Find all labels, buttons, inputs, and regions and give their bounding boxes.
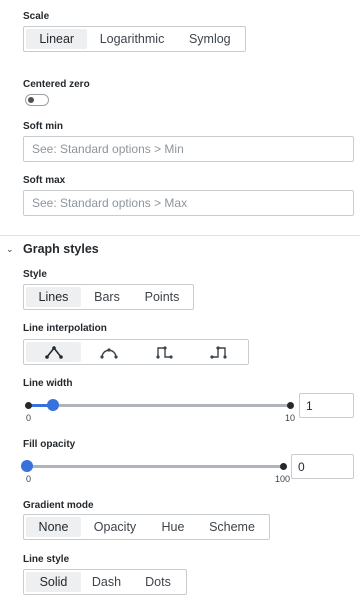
scale-option-symlog[interactable]: Symlog xyxy=(177,29,243,49)
scale-option-linear[interactable]: Linear xyxy=(26,29,88,49)
gradient-mode-label: Gradient mode xyxy=(23,500,94,511)
line-width-label: Line width xyxy=(23,378,73,389)
gradient-option-opacity[interactable]: Opacity xyxy=(81,517,149,537)
scale-label: Scale xyxy=(23,11,50,22)
soft-min-label: Soft min xyxy=(23,121,63,132)
line-style-option-solid[interactable]: Solid xyxy=(26,572,81,592)
fill-opacity-max-tick: 100 xyxy=(275,474,291,484)
panel-options: Scale Linear Logarithmic Symlog Centered… xyxy=(0,0,360,600)
soft-min-input[interactable] xyxy=(23,136,354,162)
step-after-icon[interactable] xyxy=(191,342,246,362)
slider-track xyxy=(27,404,291,407)
graph-styles-title: Graph styles xyxy=(23,242,99,256)
graph-styles-header[interactable]: ⌄ Graph styles xyxy=(6,242,99,256)
style-option-bars[interactable]: Bars xyxy=(81,287,133,307)
soft-max-input[interactable] xyxy=(23,190,354,216)
style-radio-group: Lines Bars Points xyxy=(23,284,194,310)
line-width-input[interactable] xyxy=(299,393,354,418)
centered-zero-label: Centered zero xyxy=(23,79,90,90)
line-style-radio-group: Solid Dash Dots xyxy=(23,569,187,595)
fill-opacity-slider[interactable] xyxy=(21,457,287,477)
slider-thumb[interactable] xyxy=(47,399,60,411)
slider-max-mark xyxy=(280,463,287,470)
slider-thumb[interactable] xyxy=(21,460,33,472)
style-option-points[interactable]: Points xyxy=(133,287,191,307)
gradient-option-hue[interactable]: Hue xyxy=(149,517,197,537)
style-label: Style xyxy=(23,269,47,280)
line-interpolation-label: Line interpolation xyxy=(23,323,107,334)
gradient-option-scheme[interactable]: Scheme xyxy=(197,517,267,537)
slider-min-mark xyxy=(25,402,32,409)
section-divider xyxy=(0,235,360,236)
centered-zero-toggle[interactable] xyxy=(25,94,49,106)
fill-opacity-label: Fill opacity xyxy=(23,439,76,450)
line-interpolation-radio-group xyxy=(23,339,249,365)
fill-opacity-min-tick: 0 xyxy=(26,474,32,484)
step-before-icon[interactable] xyxy=(136,342,191,362)
line-style-label: Line style xyxy=(23,554,70,565)
gradient-option-none[interactable]: None xyxy=(26,517,81,537)
slider-track xyxy=(27,465,284,468)
gradient-mode-radio-group: None Opacity Hue Scheme xyxy=(23,514,270,540)
style-option-lines[interactable]: Lines xyxy=(26,287,81,307)
line-width-slider[interactable] xyxy=(23,396,295,416)
smooth-icon[interactable] xyxy=(81,342,136,362)
scale-radio-group: Linear Logarithmic Symlog xyxy=(23,26,246,52)
linear-icon[interactable] xyxy=(26,342,81,362)
scale-option-logarithmic[interactable]: Logarithmic xyxy=(87,29,176,49)
line-style-option-dots[interactable]: Dots xyxy=(132,572,184,592)
soft-max-label: Soft max xyxy=(23,175,66,186)
chevron-down-icon: ⌄ xyxy=(6,243,14,254)
toggle-knob xyxy=(28,97,34,103)
line-width-min-tick: 0 xyxy=(26,413,32,423)
fill-opacity-input[interactable] xyxy=(291,454,354,479)
line-style-option-dash[interactable]: Dash xyxy=(81,572,132,592)
slider-max-mark xyxy=(287,402,294,409)
line-width-max-tick: 10 xyxy=(285,413,296,423)
